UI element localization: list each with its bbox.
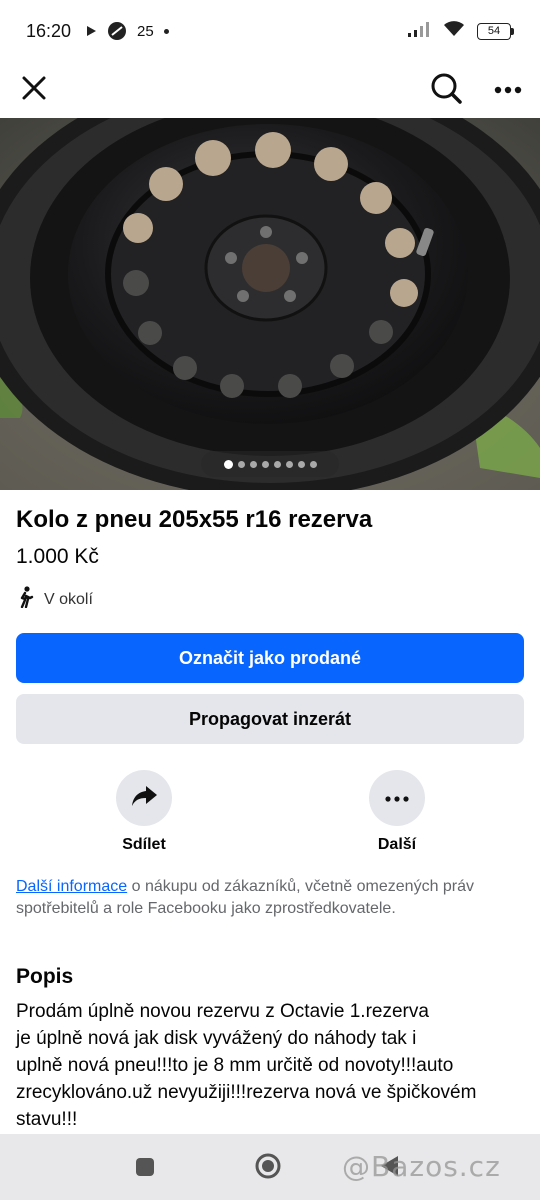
close-button[interactable] [10, 66, 58, 114]
app-notification-icon [107, 21, 127, 41]
location-row: V okolí [16, 586, 93, 613]
search-button[interactable] [422, 66, 470, 114]
more-horizontal-icon [494, 81, 522, 99]
status-bar: 16:20 25 54 [0, 0, 540, 62]
home-button[interactable] [254, 1152, 282, 1185]
home-circle-icon [254, 1152, 282, 1185]
signal-icon [407, 21, 431, 42]
mark-as-sold-button[interactable]: Označit jako prodané [16, 633, 524, 683]
description-line: uplně nová pneu!!!to je 8 mm určitě od n… [16, 1055, 454, 1076]
listing-price: 1.000 Kč [16, 545, 99, 568]
pagination-dot[interactable] [285, 460, 293, 468]
description-line: zrecyklováno.už nevyužiji!!!rezerva nová… [16, 1082, 477, 1103]
watermark: @Bazos.cz [342, 1150, 501, 1183]
share-label: Sdílet [122, 836, 166, 853]
pagination-dot[interactable] [249, 460, 257, 468]
more-label: Další [377, 836, 417, 853]
description-text: Prodám úplně novou rezervu z Octavie 1.r… [16, 998, 526, 1133]
temperature-text: 25 [137, 22, 154, 40]
pagination-dot[interactable] [309, 460, 317, 468]
recents-square-icon [134, 1156, 156, 1183]
description-line: stavu!!! [16, 1109, 78, 1130]
battery-icon: 54 [477, 22, 514, 40]
pagination-dot[interactable] [297, 460, 305, 468]
battery-level: 54 [477, 22, 511, 40]
pagination-dot[interactable] [223, 459, 233, 469]
close-icon [21, 75, 47, 106]
notification-dot-icon [163, 28, 169, 34]
location-label: V okolí [44, 590, 93, 608]
pagination-dot[interactable] [237, 460, 245, 468]
share-button[interactable]: Sdílet [84, 770, 204, 854]
more-actions-button[interactable]: Další [337, 770, 457, 854]
walking-person-icon [16, 586, 36, 613]
promote-listing-button[interactable]: Propagovat inzerát [16, 694, 524, 744]
photo-pagination [201, 451, 339, 477]
share-arrow-icon [130, 784, 158, 813]
top-app-bar [0, 62, 540, 118]
more-options-button[interactable] [484, 66, 532, 114]
wifi-icon [443, 20, 465, 42]
description-heading: Popis [16, 965, 74, 988]
description-line: je úplně nová jak disk vyvážený do náhod… [16, 1028, 417, 1049]
description-line: Prodám úplně novou rezervu z Octavie 1.r… [16, 1001, 429, 1022]
more-dots-icon [385, 789, 409, 807]
pagination-dot[interactable] [273, 460, 281, 468]
play-notification-icon [85, 25, 97, 37]
purchase-info-text: Další informace o nákupu od zákazníků, v… [16, 876, 526, 920]
product-photo[interactable] [0, 118, 540, 490]
search-icon [430, 72, 462, 109]
listing-title: Kolo z pneu 205x55 r16 rezerva [16, 506, 373, 533]
status-time: 16:20 [26, 20, 72, 41]
more-info-link[interactable]: Další informace [16, 878, 127, 895]
recents-button[interactable] [134, 1156, 156, 1183]
pagination-dot[interactable] [261, 460, 269, 468]
